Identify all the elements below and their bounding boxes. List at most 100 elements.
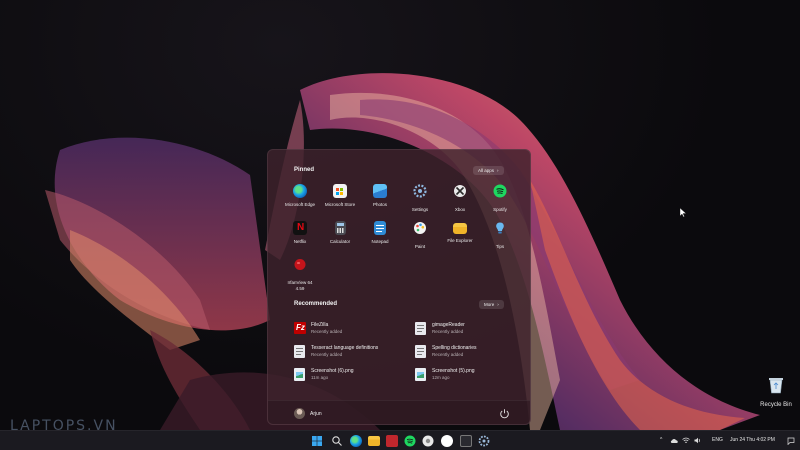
spotify-icon[interactable]	[404, 435, 416, 447]
app-label: Microsoft Store	[324, 202, 356, 207]
notification-icon[interactable]	[787, 437, 795, 445]
start-menu: Pinned All apps › Microsoft Edge Microsof…	[267, 149, 531, 425]
document-icon	[294, 345, 305, 358]
recommended-title: Recommended	[294, 301, 338, 307]
windows-start-icon[interactable]	[311, 435, 323, 447]
tray-chevron-icon[interactable]: ^	[660, 437, 662, 443]
recommended-item-name: Screenshot (6).png	[311, 368, 354, 374]
image-file-icon	[294, 368, 305, 381]
recommended-item-spelling[interactable]: Spelling dictionaries Recently added	[415, 343, 525, 365]
app-label: Xbox	[454, 207, 466, 212]
pinned-app-irfanview[interactable]: IrfanView 64 4.59	[280, 257, 320, 291]
language-indicator[interactable]: ENG	[712, 437, 723, 443]
recommended-item-tesseract[interactable]: Tesseract language definitions Recently …	[294, 343, 404, 365]
all-apps-label: All apps	[478, 168, 495, 173]
recycle-bin-icon	[769, 378, 783, 394]
search-icon[interactable]	[331, 435, 343, 447]
pinned-app-notepad[interactable]: Notepad	[360, 221, 400, 245]
filezilla-icon: Fz	[294, 322, 306, 334]
mouse-cursor-icon	[680, 208, 686, 217]
app-label: IrfanView 64 4.59	[280, 280, 320, 291]
recommended-item-name: Tesseract language definitions	[311, 345, 379, 351]
wifi-icon[interactable]	[682, 437, 690, 444]
recycle-bin[interactable]: Recycle Bin	[756, 376, 796, 408]
pinned-app-photos[interactable]: Photos	[360, 184, 400, 208]
recommended-item-subtitle: Recently added	[311, 352, 343, 357]
volume-icon[interactable]	[694, 437, 702, 444]
pinned-app-edge[interactable]: Microsoft Edge	[280, 184, 320, 208]
app-label: Netflix	[293, 239, 307, 244]
store-icon	[333, 184, 347, 198]
app-label-line1: IrfanView 64	[287, 280, 313, 285]
chat-icon[interactable]	[441, 435, 453, 447]
chevron-right-icon: ›	[497, 168, 499, 173]
recommended-item-gimagereader[interactable]: gimageReader Recently added	[415, 320, 525, 342]
recommended-item-screenshot-5[interactable]: Screenshot (5).png 12m ago	[415, 366, 525, 388]
edge-icon[interactable]	[350, 435, 362, 447]
xbox-icon	[454, 185, 466, 197]
power-icon[interactable]	[499, 408, 510, 419]
app-label-line2: 4.59	[295, 285, 305, 291]
recommended-item-screenshot-6[interactable]: Screenshot (6).png 11m ago	[294, 366, 404, 388]
folder-icon	[453, 223, 467, 234]
chevron-right-icon: ›	[497, 302, 499, 307]
spotify-icon	[493, 184, 507, 198]
terminal-icon[interactable]	[460, 435, 472, 447]
netflix-icon: N	[293, 221, 307, 235]
app-label: Photos	[372, 202, 387, 207]
paint-icon	[414, 222, 426, 234]
pinned-app-netflix[interactable]: N Netflix	[280, 221, 320, 245]
recommended-item-name: Spelling dictionaries	[432, 345, 477, 351]
document-icon	[415, 345, 426, 358]
store-icon[interactable]	[386, 435, 398, 447]
recommended-item-name: FileZilla	[311, 322, 329, 328]
settings-icon[interactable]	[478, 435, 490, 447]
user-name[interactable]: Arjun	[310, 411, 322, 417]
recycle-bin-label: Recycle Bin	[760, 402, 792, 408]
recommended-item-name: gimageReader	[432, 322, 465, 328]
avatar[interactable]	[294, 408, 305, 419]
pinned-title: Pinned	[294, 167, 315, 173]
clock-datetime[interactable]: Jun 24 Thu 4:02 PM	[730, 437, 775, 443]
recommended-item-subtitle: Recently added	[432, 329, 464, 334]
settings-icon	[413, 184, 427, 198]
app-label: Microsoft Edge	[284, 202, 315, 207]
tips-icon	[496, 222, 504, 234]
app-label: Calculator	[329, 239, 351, 244]
recommended-item-subtitle: Recently added	[432, 352, 464, 357]
cloud-icon[interactable]	[670, 437, 679, 444]
calculator-icon	[334, 221, 346, 235]
edge-icon	[293, 184, 307, 198]
pinned-app-calculator[interactable]: Calculator	[320, 221, 360, 245]
app-label: Tips	[495, 244, 505, 249]
folder-icon[interactable]	[368, 436, 380, 446]
pinned-app-file-explorer[interactable]: File Explorer	[440, 221, 480, 244]
start-menu-footer: Arjun	[268, 400, 530, 424]
pinned-app-tips[interactable]: Tips	[480, 221, 520, 250]
recommended-item-name: Screenshot (5).png	[432, 368, 475, 374]
recommended-item-subtitle: 12m ago	[432, 375, 450, 380]
app-label: Paint	[414, 244, 426, 249]
notepad-icon	[374, 221, 386, 235]
more-label: More	[484, 302, 495, 307]
recommended-item-filezilla[interactable]: Fz FileZilla Recently added	[294, 320, 404, 342]
taskbar: ^ ENG Jun 24 Thu 4:02 PM	[0, 430, 800, 450]
more-button[interactable]: More ›	[479, 300, 504, 309]
recommended-item-subtitle: Recently added	[311, 329, 343, 334]
app-label: Spotify	[493, 207, 507, 212]
all-apps-button[interactable]: All apps ›	[473, 166, 504, 175]
pinned-app-settings[interactable]: Settings	[400, 184, 440, 213]
recommended-item-subtitle: 11m ago	[311, 375, 329, 380]
irfanview-icon	[294, 259, 306, 270]
app-label: File Explorer	[447, 238, 473, 243]
pinned-app-store[interactable]: Microsoft Store	[320, 184, 360, 208]
pinned-app-spotify[interactable]: Spotify	[480, 184, 520, 213]
photos-icon	[373, 184, 387, 198]
image-file-icon	[415, 368, 426, 381]
chrome-icon[interactable]	[422, 435, 434, 447]
pinned-app-paint[interactable]: Paint	[400, 221, 440, 250]
app-label: Notepad	[371, 239, 389, 244]
document-icon	[415, 322, 426, 335]
app-label: Settings	[411, 207, 429, 212]
pinned-app-xbox[interactable]: Xbox	[440, 184, 480, 213]
